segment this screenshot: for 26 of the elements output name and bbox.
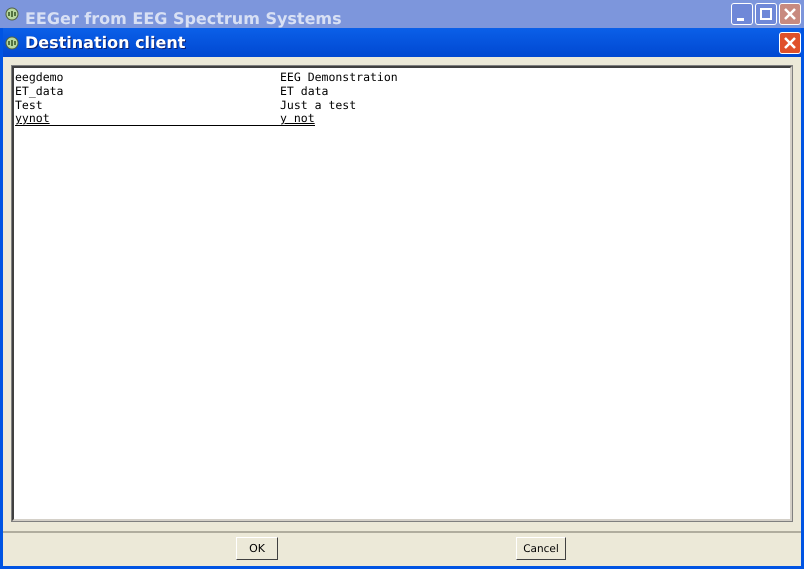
minimize-icon bbox=[737, 18, 744, 20]
minimize-button[interactable] bbox=[731, 3, 753, 25]
app-icon bbox=[5, 7, 19, 21]
dialog-button[interactable]: OK bbox=[236, 537, 278, 560]
maximize-button[interactable] bbox=[755, 3, 777, 25]
client-description: y not bbox=[280, 112, 315, 125]
close-button[interactable] bbox=[779, 32, 801, 54]
dialog-button[interactable]: Cancel bbox=[516, 537, 566, 560]
client-name: ET_data bbox=[15, 84, 64, 98]
dialog-title: Destination client bbox=[25, 33, 186, 52]
close-button[interactable] bbox=[779, 3, 801, 25]
client-name: Test bbox=[15, 98, 44, 112]
client-row[interactable]: ET_data ET data bbox=[15, 84, 328, 98]
client-row[interactable]: Test Just a test bbox=[15, 98, 356, 112]
maximize-icon bbox=[760, 8, 772, 20]
close-icon bbox=[784, 36, 796, 48]
client-name: eegdemo bbox=[15, 70, 64, 84]
client-description: ET data bbox=[280, 84, 328, 98]
close-icon bbox=[784, 8, 796, 20]
client-row[interactable]: eegdemo EEG Demonstration bbox=[15, 70, 398, 84]
client-name: yynot bbox=[15, 112, 51, 125]
client-description: Just a test bbox=[280, 98, 356, 112]
client-row[interactable]: yynot y not bbox=[15, 112, 315, 126]
app-icon bbox=[5, 36, 19, 50]
client-description: EEG Demonstration bbox=[280, 70, 398, 84]
window-title: EEGer from EEG Spectrum Systems bbox=[25, 8, 342, 28]
